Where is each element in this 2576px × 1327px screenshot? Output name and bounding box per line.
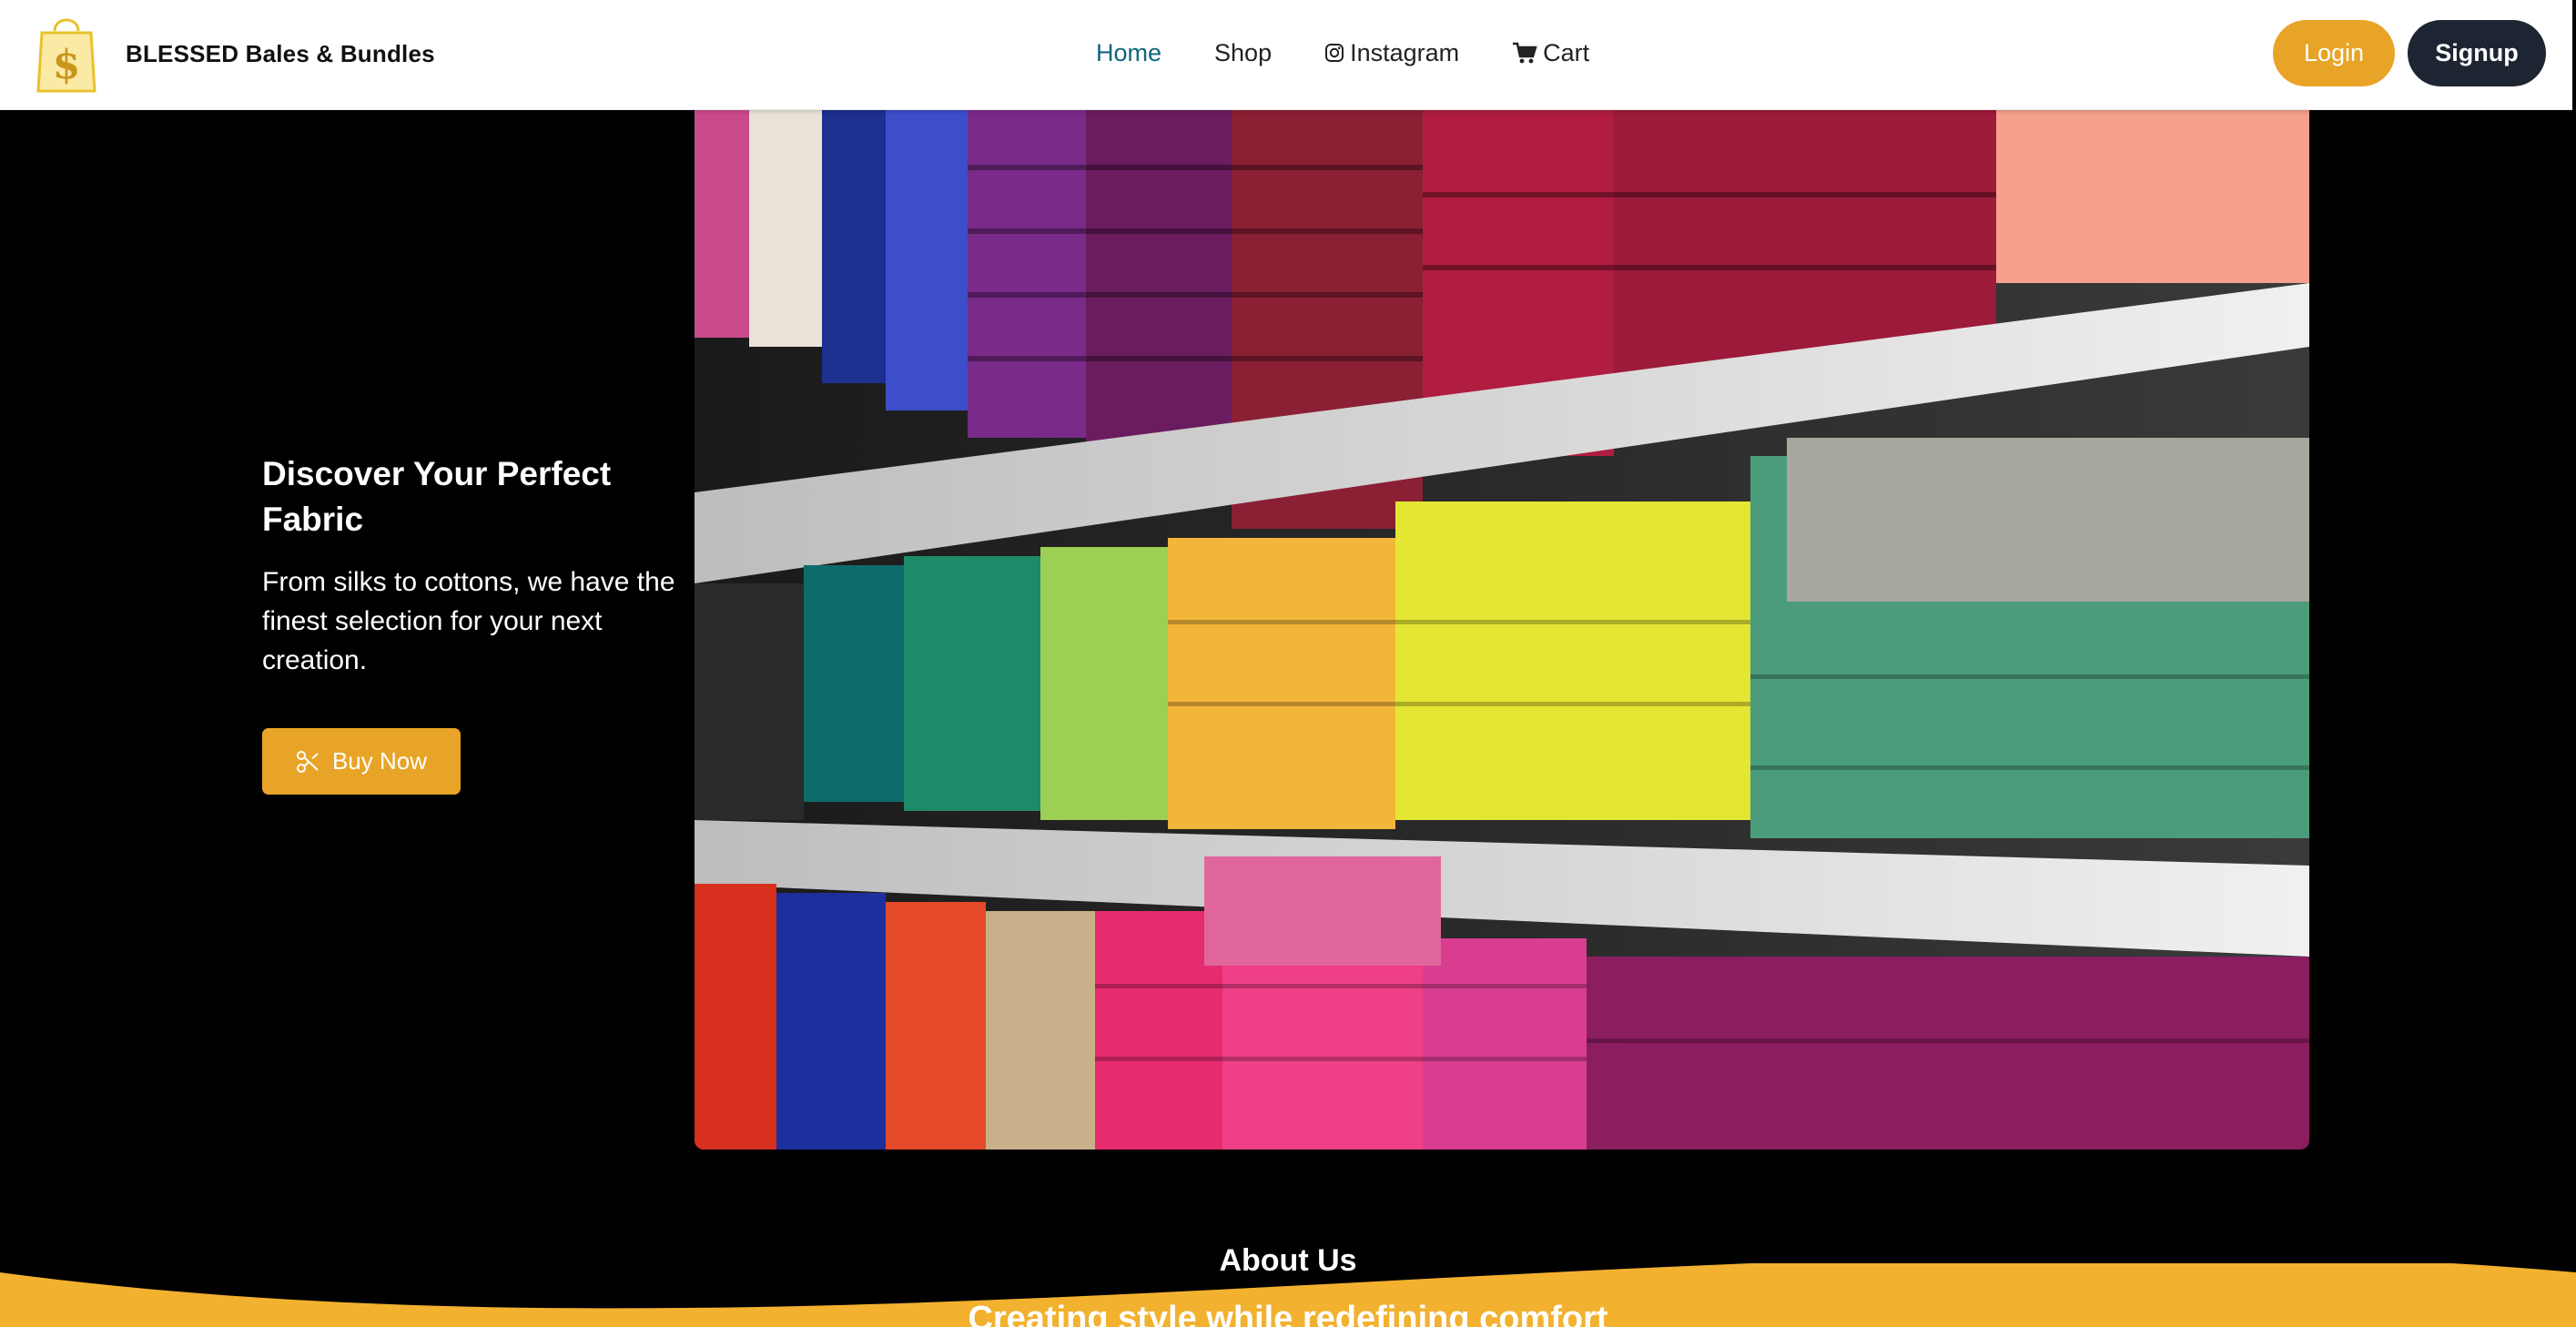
nav-home-link[interactable]: Home	[1096, 39, 1161, 67]
about-title: About Us	[1219, 1243, 1357, 1278]
nav-cart-link[interactable]: Cart	[1512, 39, 1589, 67]
brand-name: BLESSED Bales & Bundles	[126, 39, 435, 67]
hero-text: Discover Your Perfect Fabric From silks …	[262, 451, 690, 680]
nav-instagram-link[interactable]: Instagram	[1324, 39, 1459, 67]
hero-subtitle: From silks to cottons, we have the fines…	[262, 567, 675, 675]
about-subtitle: Creating style while redefining comfort	[968, 1300, 1608, 1327]
nav-shop-link[interactable]: Shop	[1214, 39, 1272, 67]
nav-cart-label: Cart	[1543, 38, 1590, 66]
buy-now-label: Buy Now	[331, 747, 428, 775]
scissors-icon	[296, 750, 319, 774]
hero-title: Discover Your Perfect Fabric	[262, 455, 612, 538]
fabric-shelves-image	[695, 110, 2309, 1150]
svg-text:$: $	[53, 42, 81, 88]
nav-home-label: Home	[1096, 38, 1162, 66]
buy-now-button[interactable]: Buy Now	[262, 728, 461, 795]
brand[interactable]: $ BLESSED Bales & Bundles	[35, 13, 435, 95]
signup-button[interactable]: Signup	[2408, 20, 2546, 86]
main-nav: Home Shop Instagram Cart	[1096, 35, 1642, 71]
nav-shop-label: Shop	[1214, 38, 1273, 66]
cart-icon	[1512, 41, 1537, 65]
instagram-icon	[1324, 43, 1344, 63]
nav-instagram-label: Instagram	[1350, 38, 1460, 66]
login-button[interactable]: Login	[2273, 20, 2395, 86]
site-header: $ BLESSED Bales & Bundles Home Shop Inst…	[0, 0, 2572, 110]
shopping-bag-dollar-logo: $	[36, 18, 96, 93]
